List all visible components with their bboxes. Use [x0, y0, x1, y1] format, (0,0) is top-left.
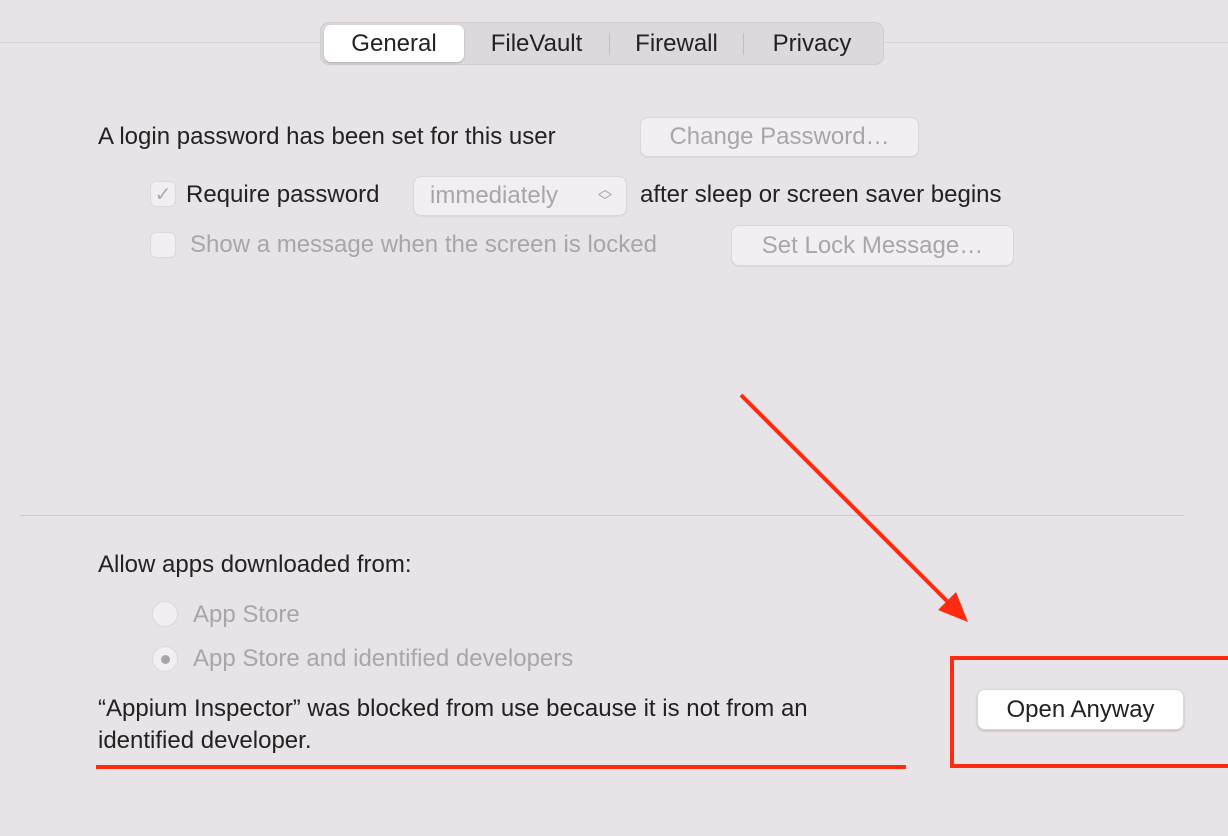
- annotation-arrow-icon: [739, 393, 968, 622]
